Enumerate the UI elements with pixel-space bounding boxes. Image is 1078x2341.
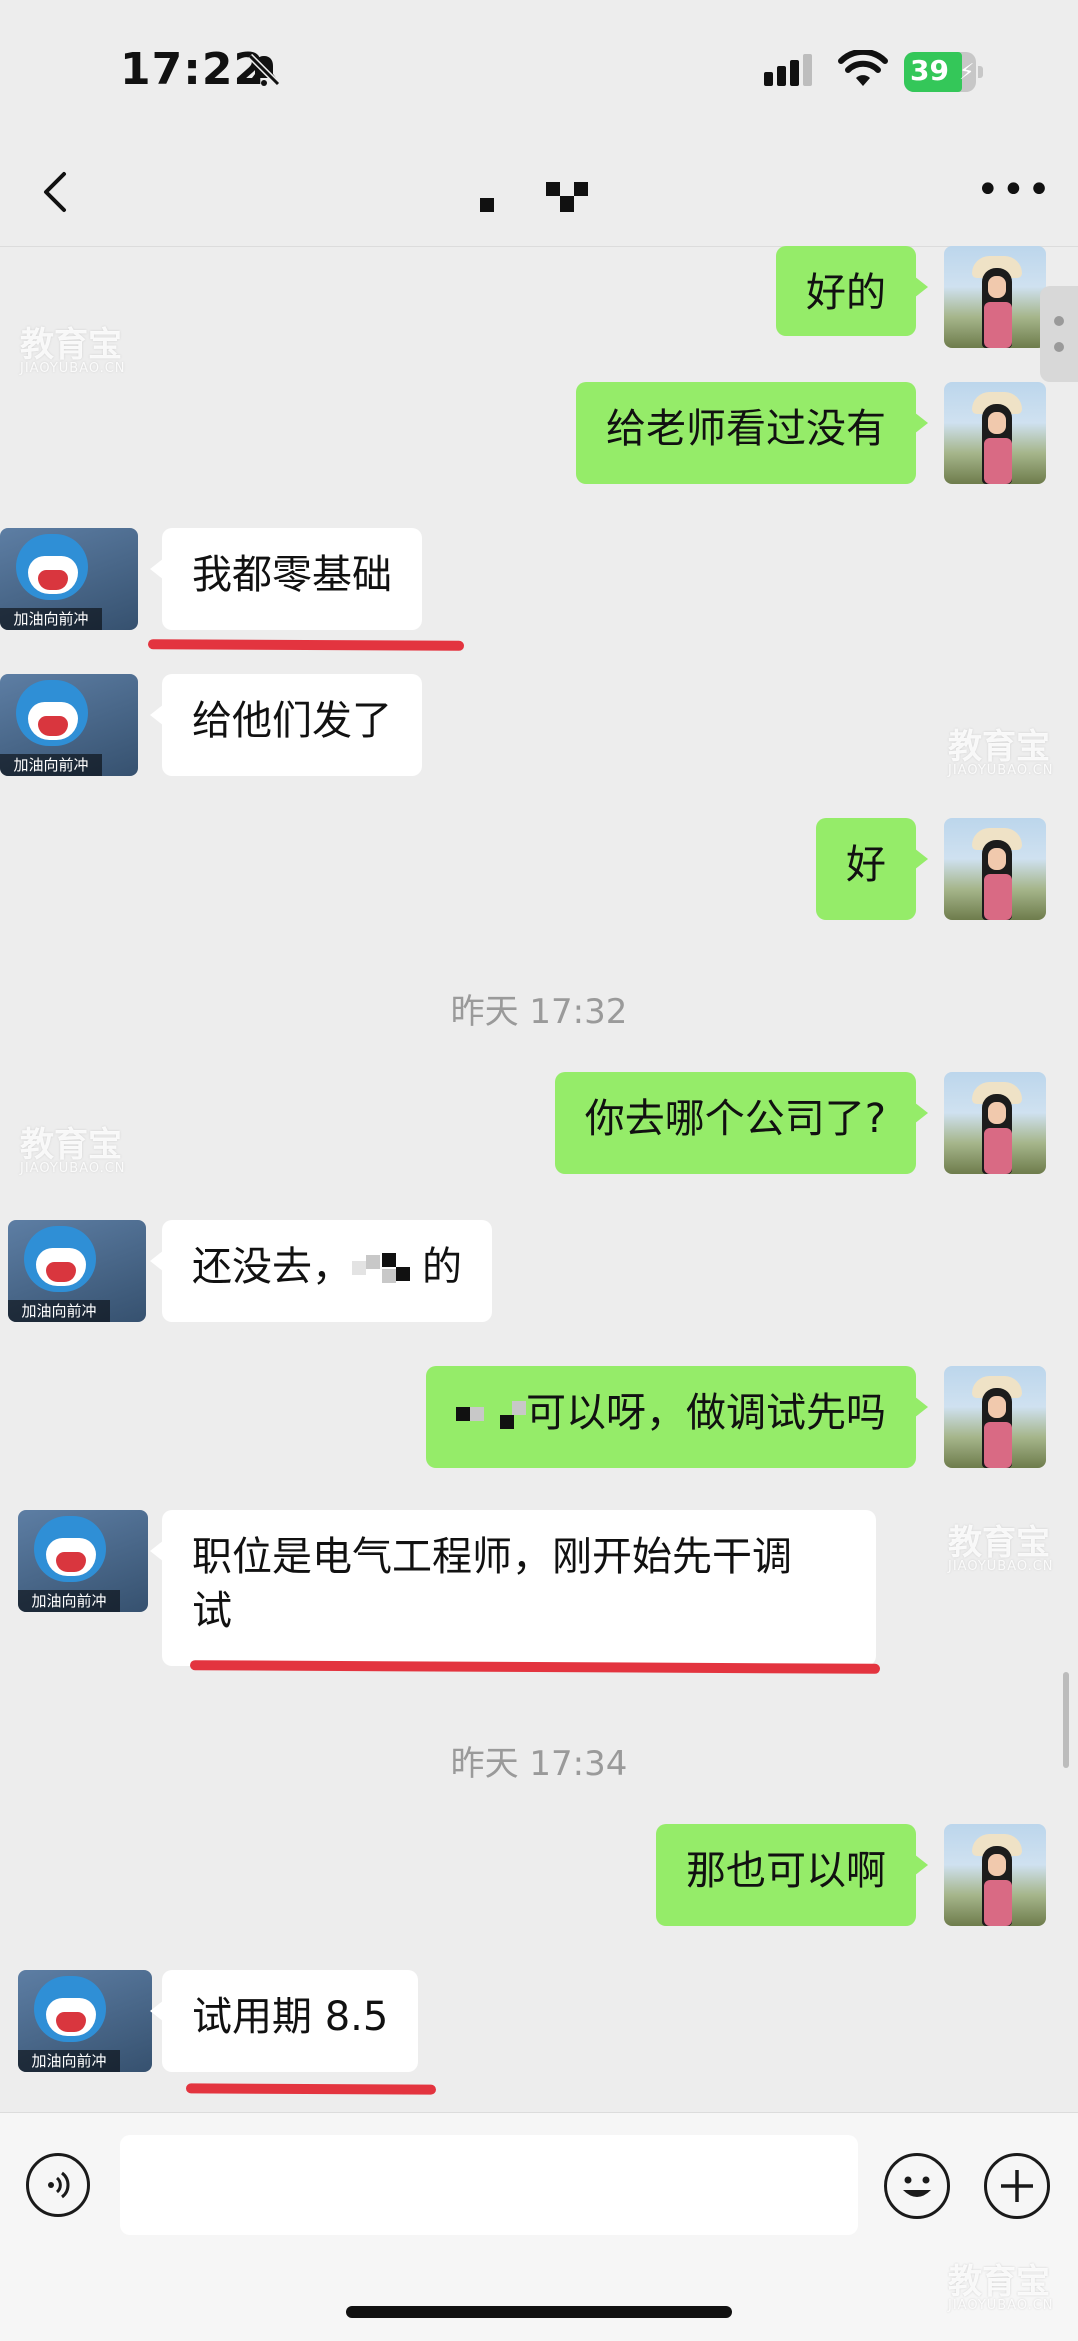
contact-avatar[interactable]: 加油向前冲 (0, 528, 138, 630)
emoji-icon[interactable] (884, 2153, 950, 2219)
message-bubble[interactable]: 你去哪个公司了? (554, 1072, 929, 1174)
avatar-caption: 加油向前冲 (0, 754, 102, 776)
redacted-mosaic (456, 1395, 526, 1435)
cellular-signal-icon (764, 54, 812, 86)
red-underline-mark (147, 639, 465, 651)
message-list[interactable]: 好的 给老师看过没有 加油向前冲 我都零基础 加油向前冲 给他们发了 好 昨天 … (0, 246, 1078, 2112)
battery-indicator: 39 ⚡ (904, 52, 983, 92)
message-text: 可以呀，做调试先吗 (526, 1390, 886, 1436)
scrollbar-thumb[interactable] (1063, 1672, 1069, 1768)
add-attachment-icon[interactable] (984, 2153, 1050, 2219)
avatar-caption: 加油向前冲 (0, 608, 102, 630)
battery-level: 39 (910, 54, 949, 87)
watermark: 教育宝 JIAOYUBAO.CN (20, 1125, 126, 1176)
my-avatar[interactable] (944, 246, 1046, 348)
chat-header: ••• (0, 140, 1078, 247)
message-bubble[interactable]: 给老师看过没有 (576, 382, 928, 484)
my-avatar[interactable] (944, 818, 1046, 920)
contact-avatar[interactable]: 加油向前冲 (18, 1970, 152, 2072)
voice-input-icon[interactable] (26, 2153, 90, 2217)
status-bar: 17:22 39 ⚡ (0, 0, 1078, 140)
watermark: 教育宝 JIAOYUBAO.CN (948, 2262, 1054, 2313)
message-bubble[interactable]: 试用期 8.5 (149, 1970, 419, 2072)
contact-avatar[interactable]: 加油向前冲 (8, 1220, 146, 1322)
message-timestamp: 昨天 17:32 (450, 992, 628, 1032)
message-bubble[interactable]: 那也可以啊 (656, 1824, 928, 1926)
message-bubble[interactable]: 好 (816, 818, 928, 920)
my-avatar[interactable] (944, 1366, 1046, 1468)
contact-name-redacted (480, 176, 610, 216)
more-options-icon[interactable]: ••• (976, 170, 1051, 210)
message-timestamp: 昨天 17:34 (450, 1744, 628, 1784)
message-bubble[interactable]: 可以呀，做调试先吗 (426, 1366, 928, 1468)
message-bubble[interactable]: 我都零基础 (150, 528, 422, 630)
avatar-caption: 加油向前冲 (18, 2050, 120, 2072)
message-bubble[interactable]: 还没去， 的 (150, 1220, 492, 1322)
my-avatar[interactable] (944, 382, 1046, 484)
red-underline-mark (185, 2083, 437, 2095)
message-input[interactable] (120, 2135, 858, 2235)
scroll-drag-handle[interactable] (1040, 286, 1078, 382)
my-avatar[interactable] (944, 1824, 1046, 1926)
avatar-caption: 加油向前冲 (18, 1590, 120, 1612)
contact-avatar[interactable]: 加油向前冲 (18, 1510, 148, 1612)
message-bubble[interactable]: 好的 (776, 246, 928, 336)
message-text: 还没去， (192, 1244, 352, 1290)
back-arrow-icon[interactable] (30, 162, 90, 222)
wifi-icon (838, 50, 888, 86)
avatar-caption: 加油向前冲 (8, 1300, 110, 1322)
redacted-mosaic (352, 1249, 422, 1289)
message-bubble[interactable]: 给他们发了 (150, 674, 422, 776)
my-avatar[interactable] (944, 1072, 1046, 1174)
status-time: 17:22 (120, 44, 266, 95)
charging-bolt-icon: ⚡ (959, 60, 975, 85)
message-bubble[interactable]: 职位是电气工程师，刚开始先干调 试 (150, 1510, 876, 1666)
muted-bell-icon (247, 53, 281, 87)
watermark: 教育宝 JIAOYUBAO.CN (20, 325, 126, 376)
message-text-line: 职位是电气工程师，刚开始先干调 (192, 1534, 792, 1580)
message-text: 的 (422, 1244, 462, 1290)
home-indicator[interactable] (346, 2306, 732, 2318)
contact-avatar[interactable]: 加油向前冲 (0, 674, 138, 776)
watermark: 教育宝 JIAOYUBAO.CN (948, 1523, 1054, 1574)
message-text-line: 试 (192, 1588, 232, 1634)
watermark: 教育宝 JIAOYUBAO.CN (948, 727, 1054, 778)
